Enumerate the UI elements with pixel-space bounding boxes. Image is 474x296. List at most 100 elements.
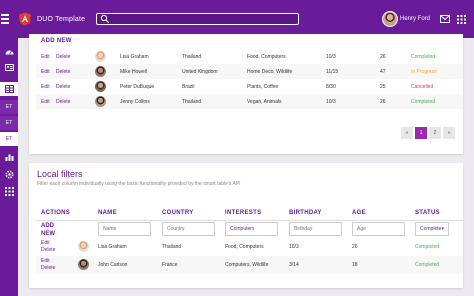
pagination: « 1 2 » bbox=[401, 127, 457, 139]
user-avatar[interactable] bbox=[382, 11, 398, 27]
cell-country: Brazil bbox=[182, 84, 195, 90]
cell-interests: Home Deco, Wildlife bbox=[247, 69, 293, 75]
status-badge: Cancelled bbox=[411, 84, 434, 90]
header-status[interactable]: STATUS bbox=[415, 210, 440, 216]
cell-birthday: 8/30 bbox=[326, 84, 336, 90]
cell-name: Peter DuBuque bbox=[120, 84, 155, 90]
sidebar-subitem-1[interactable]: ET bbox=[0, 100, 18, 114]
delete-button[interactable]: Delete bbox=[56, 54, 70, 60]
add-new-button[interactable]: ADD NEW bbox=[41, 222, 61, 238]
pager-page-1[interactable]: 1 bbox=[415, 127, 427, 139]
birthday-filter-input[interactable] bbox=[289, 222, 342, 236]
sidebar-dashboard-icon[interactable] bbox=[0, 44, 18, 58]
chevron-down-icon: ▾ bbox=[441, 226, 444, 232]
table-row: Edit Delete Lisa Graham Thailand Food, C… bbox=[36, 49, 463, 64]
sidebar-tables-icon[interactable] bbox=[0, 82, 18, 96]
sidebar: ET ET ET bbox=[0, 38, 18, 296]
top-bar: DUO Template Henry Ford bbox=[0, 0, 474, 38]
avatar bbox=[78, 241, 89, 252]
delete-button[interactable]: Delete bbox=[56, 84, 70, 90]
search-input[interactable] bbox=[110, 14, 298, 24]
avatar bbox=[95, 96, 106, 107]
cell-age: 26 bbox=[352, 244, 358, 250]
sidebar-apps-icon[interactable] bbox=[0, 184, 18, 198]
sidebar-card-icon[interactable] bbox=[0, 60, 18, 74]
status-badge: In Progress bbox=[411, 69, 437, 75]
apps-grid-icon[interactable] bbox=[456, 14, 466, 24]
edit-button[interactable]: Edit bbox=[41, 69, 50, 75]
header-interests[interactable]: INTERESTS bbox=[225, 210, 261, 216]
cell-interests: Computers, Wildlife bbox=[225, 262, 269, 268]
delete-button[interactable]: Delete bbox=[56, 99, 70, 105]
table-row: Edit Delete John Carlson France Computer… bbox=[36, 256, 463, 274]
sidebar-subitem-2[interactable]: ET bbox=[0, 116, 18, 130]
user-menu[interactable]: Henry Ford bbox=[382, 11, 430, 27]
pager-prev-button[interactable]: « bbox=[401, 127, 413, 139]
card-description: Filter each column individually using th… bbox=[37, 181, 241, 187]
cell-birthday: 10/3 bbox=[289, 244, 299, 250]
status-filter-value: Complete bbox=[420, 226, 442, 232]
edit-button[interactable]: Edit bbox=[41, 99, 50, 105]
cell-interests: Food, Computers bbox=[225, 244, 264, 250]
user-name[interactable]: Henry Ford bbox=[400, 16, 430, 22]
table-row: Edit Delete Peter DuBuque Brazil Plants,… bbox=[36, 79, 463, 94]
cell-age: 25 bbox=[380, 84, 386, 90]
cell-interests: Food, Computers bbox=[247, 54, 286, 60]
local-filters-card: Local filters Filter each column individ… bbox=[29, 163, 463, 288]
header-country[interactable]: COUNTRY bbox=[162, 210, 194, 216]
delete-button[interactable]: Delete bbox=[41, 247, 55, 254]
edit-button[interactable]: Edit bbox=[41, 258, 50, 265]
avatar bbox=[95, 51, 106, 62]
edit-button[interactable]: Edit bbox=[41, 240, 50, 247]
header-birthday[interactable]: BIRTHDAY bbox=[289, 210, 322, 216]
interests-filter-value: Computers bbox=[230, 226, 255, 232]
cell-birthday: 10/3 bbox=[326, 99, 336, 105]
cell-name: Lisa Graham bbox=[120, 54, 149, 60]
menu-icon[interactable] bbox=[1, 14, 9, 24]
header-name[interactable]: NAME bbox=[98, 210, 117, 216]
angular-logo-icon bbox=[19, 12, 31, 26]
delete-button[interactable]: Delete bbox=[41, 265, 55, 272]
cell-country: United Kingdom bbox=[182, 69, 218, 75]
smart-table-card: ADD NEW Edit Delete Lisa Graham Thailand… bbox=[29, 34, 463, 154]
name-filter-input[interactable] bbox=[98, 222, 151, 236]
interests-filter-select[interactable]: Computers bbox=[225, 222, 278, 236]
cell-age: 18 bbox=[352, 262, 358, 268]
sidebar-settings-icon[interactable] bbox=[0, 167, 18, 181]
status-filter-select[interactable]: Complete ▾ bbox=[415, 222, 449, 236]
table-row: Edit Delete Lisa Graham Thailand Food, C… bbox=[36, 238, 463, 256]
pager-next-button[interactable]: » bbox=[443, 127, 455, 139]
sidebar-subitem-3[interactable]: ET bbox=[0, 132, 18, 146]
cell-age: 26 bbox=[380, 99, 386, 105]
cell-country: France bbox=[162, 262, 178, 268]
cell-birthday: 11/15 bbox=[326, 69, 339, 75]
table-row: Edit Delete Jenny Collins Thailand Vegan… bbox=[36, 94, 463, 109]
cell-country: Thailand bbox=[162, 244, 182, 250]
cell-interests: Plants, Coffee bbox=[247, 84, 279, 90]
mail-icon[interactable] bbox=[440, 14, 450, 24]
cell-name: Jenny Collins bbox=[120, 99, 150, 105]
cell-country: Thailand bbox=[182, 99, 202, 105]
status-badge: Completed bbox=[411, 54, 436, 60]
cell-birthday: 10/3 bbox=[326, 54, 336, 60]
cell-name: John Carlson bbox=[98, 262, 128, 268]
header-actions[interactable]: ACTIONS bbox=[41, 210, 70, 216]
edit-button[interactable]: Edit bbox=[41, 54, 50, 60]
sidebar-chart-icon[interactable] bbox=[0, 150, 18, 164]
cell-interests: Vegan, Animals bbox=[247, 99, 282, 105]
cell-age: 47 bbox=[380, 69, 386, 75]
edit-button[interactable]: Edit bbox=[41, 84, 50, 90]
card-title: Local filters bbox=[37, 169, 83, 179]
age-filter-input[interactable] bbox=[352, 222, 405, 236]
app-title: DUO Template bbox=[37, 15, 86, 23]
search-bar[interactable] bbox=[96, 13, 299, 25]
cell-country: Thailand bbox=[182, 54, 202, 60]
delete-button[interactable]: Delete bbox=[56, 69, 70, 75]
add-new-button[interactable]: ADD NEW bbox=[41, 38, 72, 44]
cell-birthday: 3/14 bbox=[289, 262, 299, 268]
pager-page-2[interactable]: 2 bbox=[429, 127, 441, 139]
cell-name: Mike Howell bbox=[120, 69, 147, 75]
table-row: Edit Delete Mike Howell United Kingdom H… bbox=[36, 64, 463, 79]
header-age[interactable]: AGE bbox=[352, 210, 366, 216]
country-filter-input[interactable] bbox=[162, 222, 215, 236]
